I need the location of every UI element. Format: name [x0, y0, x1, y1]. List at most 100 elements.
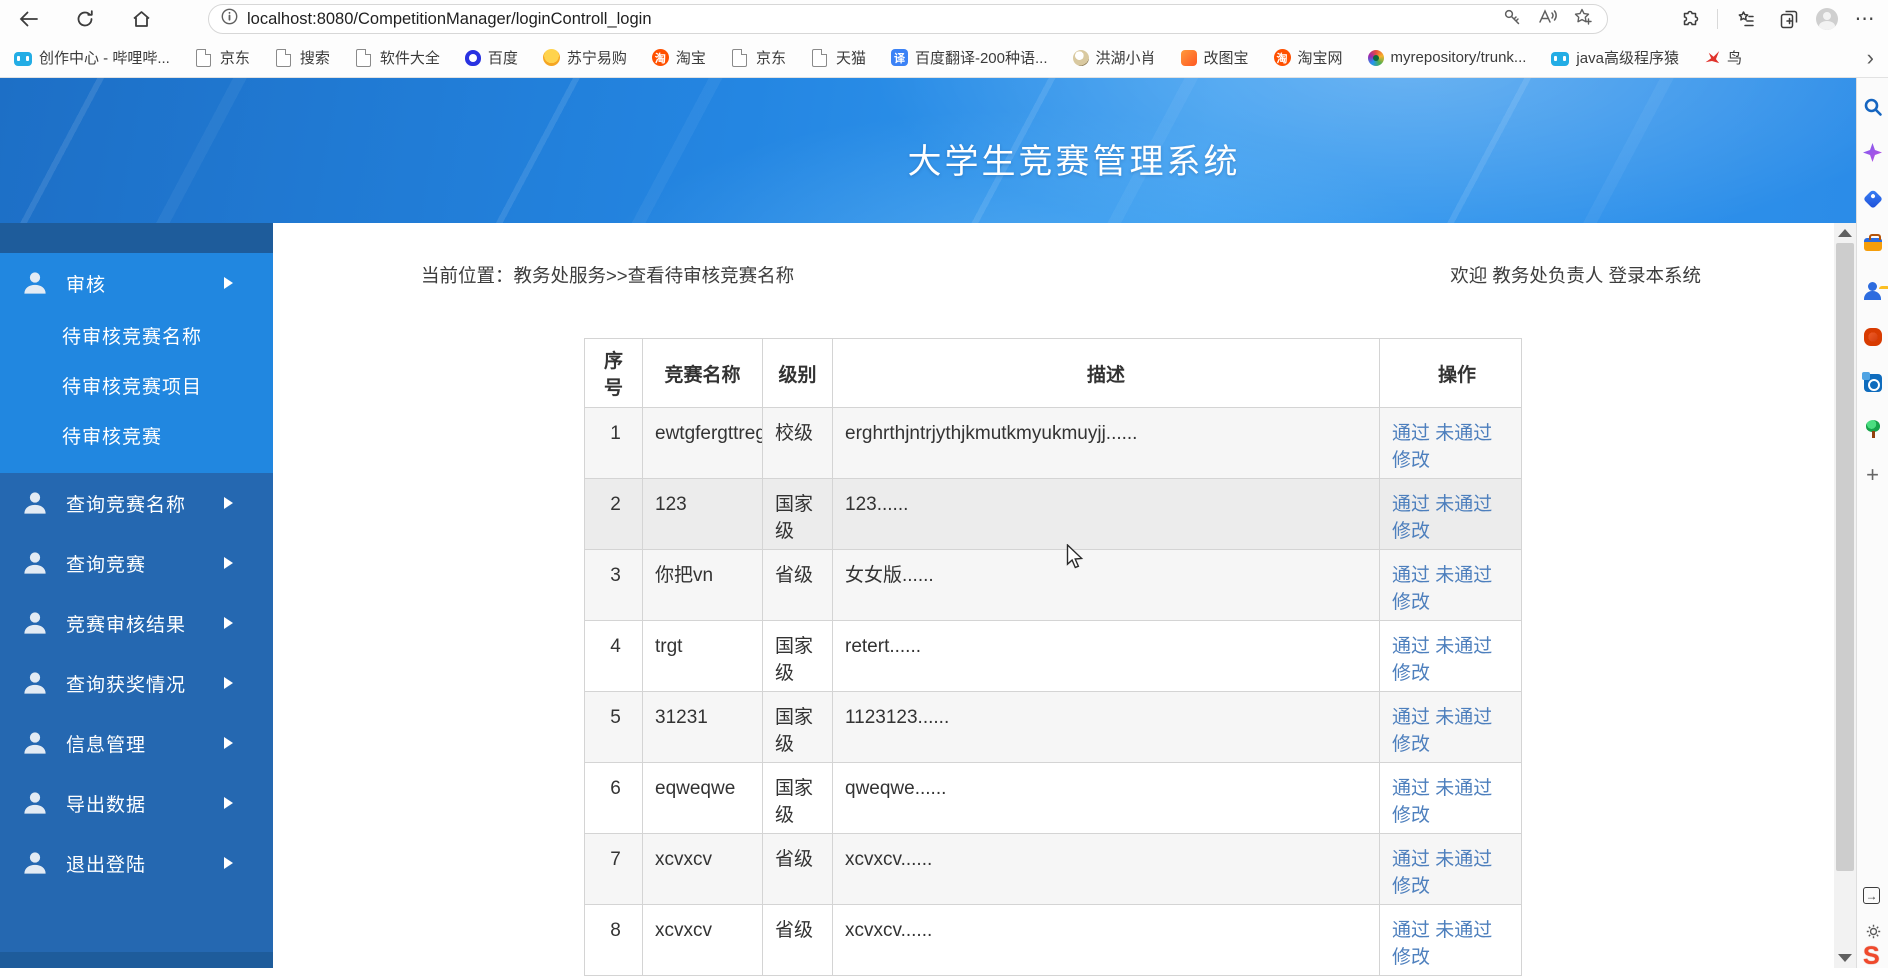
approve-link[interactable]: 通过: [1392, 565, 1430, 586]
read-aloud-icon[interactable]: [1538, 8, 1557, 30]
sidebar-item-query-names[interactable]: 查询竞赛名称: [0, 473, 273, 533]
approve-link[interactable]: 通过: [1392, 423, 1430, 444]
scrollbar-thumb[interactable]: [1836, 243, 1854, 871]
split-tab-icon[interactable]: [1772, 4, 1806, 34]
bookmark-item[interactable]: 鸟: [1704, 47, 1742, 68]
sidebar-subitem-pending-names[interactable]: 待审核竞赛名称: [0, 313, 273, 363]
bookmark-item[interactable]: java高级程序猿: [1551, 47, 1679, 68]
bird-icon: [1704, 50, 1720, 66]
shopping-tag-icon[interactable]: [1862, 188, 1883, 209]
sidebar-item-export-data[interactable]: 导出数据: [0, 773, 273, 833]
collections-icon[interactable]: [1728, 4, 1762, 34]
breadcrumb: 当前位置：教务处服务>>查看待审核竞赛名称: [421, 262, 794, 288]
pending-competitions-table-wrap: 序号 竞赛名称 级别 描述 操作 1 ewtgfergttreg 校级 ergh…: [584, 338, 1522, 976]
sidebar-subitem-pending-projects[interactable]: 待审核竞赛项目: [0, 363, 273, 413]
extensions-icon[interactable]: [1673, 4, 1707, 34]
site-info-icon[interactable]: [221, 8, 238, 30]
modify-link[interactable]: 修改: [1392, 592, 1430, 613]
bookmark-item[interactable]: 洪湖小肖: [1073, 47, 1156, 68]
bookmark-item[interactable]: myrepository/trunk...: [1368, 49, 1527, 66]
address-bar[interactable]: localhost:8080/CompetitionManager/loginC…: [208, 4, 1608, 34]
bookmark-item[interactable]: 苏宁易购: [543, 47, 627, 68]
sidebar-item-info-management[interactable]: 信息管理: [0, 713, 273, 773]
modify-link[interactable]: 修改: [1392, 663, 1430, 684]
modify-link[interactable]: 修改: [1392, 521, 1430, 542]
bookmark-item[interactable]: 淘淘宝: [652, 47, 706, 68]
approve-link[interactable]: 通过: [1392, 920, 1430, 941]
reject-link[interactable]: 未通过: [1435, 920, 1492, 941]
sidebar-item-query-competitions[interactable]: 查询竞赛: [0, 533, 273, 593]
people-icon[interactable]: [1862, 280, 1883, 301]
favorite-star-icon[interactable]: [1574, 8, 1593, 31]
approve-link[interactable]: 通过: [1392, 778, 1430, 799]
table-header-row: 序号 竞赛名称 级别 描述 操作: [585, 339, 1522, 408]
add-apps-icon[interactable]: +: [1862, 464, 1883, 485]
pending-competitions-table: 序号 竞赛名称 级别 描述 操作 1 ewtgfergttreg 校级 ergh…: [584, 338, 1522, 976]
bookmark-item[interactable]: 淘淘宝网: [1274, 47, 1343, 68]
main-content: 当前位置：教务处服务>>查看待审核竞赛名称 欢迎 教务处负责人 登录本系统 序号…: [273, 223, 1834, 968]
bilibili-icon: [14, 52, 32, 66]
reject-link[interactable]: 未通过: [1435, 565, 1492, 586]
chevron-right-icon: [224, 557, 233, 569]
reject-link[interactable]: 未通过: [1435, 849, 1492, 870]
sidebar-subitem-pending-competitions[interactable]: 待审核竞赛: [0, 413, 273, 463]
reject-link[interactable]: 未通过: [1435, 707, 1492, 728]
rail-settings-gear-icon[interactable]: [1866, 924, 1881, 944]
toolbox-icon[interactable]: [1862, 234, 1883, 255]
office-icon[interactable]: [1862, 326, 1883, 347]
bookmarks-bar: 创作中心 - 哔哩哔... 京东 搜索 软件大全 百度 苏宁易购 淘淘宝 京东 …: [0, 38, 1888, 78]
bookmark-item[interactable]: 京东: [731, 47, 786, 68]
page-icon: [276, 49, 291, 67]
approve-link[interactable]: 通过: [1392, 636, 1430, 657]
red-s-logo-icon[interactable]: S: [1863, 942, 1880, 971]
bookmarks-overflow-chevron[interactable]: ›: [1867, 49, 1874, 67]
reject-link[interactable]: 未通过: [1435, 423, 1492, 444]
open-panel-icon[interactable]: →: [1863, 887, 1880, 904]
bookmark-item[interactable]: 百度: [465, 47, 518, 68]
tree-icon[interactable]: [1862, 418, 1883, 439]
password-key-icon[interactable]: [1503, 8, 1521, 31]
sidebar-item-logout[interactable]: 退出登陆: [0, 833, 273, 893]
approve-link[interactable]: 通过: [1392, 707, 1430, 728]
outlook-icon[interactable]: [1862, 372, 1883, 393]
bookmark-item[interactable]: 译百度翻译-200种语...: [891, 47, 1048, 68]
home-icon[interactable]: [124, 4, 158, 34]
scroll-up-arrow-icon[interactable]: [1838, 229, 1852, 237]
copilot-sparkle-icon[interactable]: [1862, 142, 1883, 163]
bookmark-item[interactable]: 京东: [195, 47, 250, 68]
bookmark-item[interactable]: 创作中心 - 哔哩哔...: [14, 47, 170, 68]
url-text[interactable]: localhost:8080/CompetitionManager/loginC…: [247, 10, 652, 29]
modify-link[interactable]: 修改: [1392, 450, 1430, 471]
bookmark-item[interactable]: 改图宝: [1181, 47, 1249, 68]
bookmark-item[interactable]: 软件大全: [355, 47, 440, 68]
modify-link[interactable]: 修改: [1392, 734, 1430, 755]
back-icon[interactable]: [12, 4, 46, 34]
row-actions: 通过 未通过 修改: [1380, 479, 1522, 550]
person-icon: [20, 268, 50, 298]
sidebar-item-audit-results[interactable]: 竞赛审核结果: [0, 593, 273, 653]
modify-link[interactable]: 修改: [1392, 805, 1430, 826]
bing-search-icon[interactable]: [1862, 96, 1883, 117]
page-scrollbar[interactable]: [1834, 223, 1856, 968]
approve-link[interactable]: 通过: [1392, 849, 1430, 870]
sidebar-item-query-awards[interactable]: 查询获奖情况: [0, 653, 273, 713]
bookmark-item[interactable]: 搜索: [275, 47, 330, 68]
modify-link[interactable]: 修改: [1392, 947, 1430, 968]
row-actions: 通过 未通过 修改: [1380, 408, 1522, 479]
profile-avatar[interactable]: [1816, 8, 1838, 30]
repository-icon: [1368, 50, 1384, 66]
approve-link[interactable]: 通过: [1392, 494, 1430, 515]
person-icon: [20, 728, 50, 758]
reject-link[interactable]: 未通过: [1435, 494, 1492, 515]
refresh-icon[interactable]: [68, 4, 102, 34]
settings-more-icon[interactable]: ⋯: [1848, 4, 1882, 34]
modify-link[interactable]: 修改: [1392, 876, 1430, 897]
sidebar-item-audit[interactable]: 审核: [0, 253, 273, 313]
reject-link[interactable]: 未通过: [1435, 778, 1492, 799]
reject-link[interactable]: 未通过: [1435, 636, 1492, 657]
bookmark-item[interactable]: 天猫: [811, 47, 866, 68]
row-actions: 通过 未通过 修改: [1380, 550, 1522, 621]
taobao-icon: 淘: [652, 49, 669, 66]
scroll-down-arrow-icon[interactable]: [1838, 954, 1852, 962]
browser-toolbar: localhost:8080/CompetitionManager/loginC…: [0, 0, 1888, 38]
